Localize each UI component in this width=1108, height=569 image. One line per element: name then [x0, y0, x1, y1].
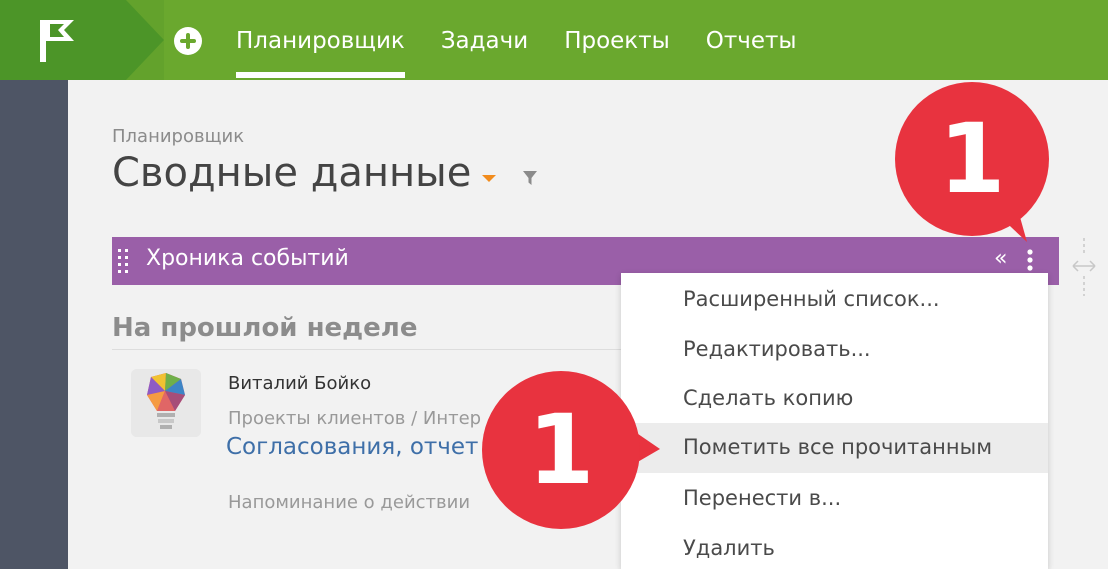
menu-item-move[interactable]: Перенести в... — [621, 481, 1048, 517]
menu-item-copy[interactable]: Сделать копию — [621, 381, 1048, 417]
section-divider — [112, 349, 627, 350]
menu-item-label: Перенести в... — [683, 486, 842, 510]
project-path[interactable]: Проекты клиентов / Интер — [228, 408, 490, 429]
task-link[interactable]: Согласования, отчет — [226, 434, 490, 460]
callout-top: 1 — [895, 82, 1049, 236]
avatar[interactable] — [131, 369, 201, 437]
page-title: Сводные данные — [112, 150, 472, 196]
menu-item-label: Удалить — [683, 536, 775, 560]
vertical-dots-icon[interactable] — [1026, 249, 1034, 271]
main-nav: Планировщик Задачи Проекты Отчеты — [236, 0, 833, 80]
filter-icon[interactable] — [522, 170, 538, 186]
author-name[interactable]: Виталий Бойко — [228, 373, 371, 394]
top-bar: Планировщик Задачи Проекты Отчеты — [0, 0, 1108, 80]
plus-circle-icon[interactable] — [174, 27, 202, 55]
nav-item-planner[interactable]: Планировщик — [236, 0, 405, 80]
nav-item-tasks[interactable]: Задачи — [441, 0, 528, 80]
menu-item-mark-all-read[interactable]: Пометить все прочитанным — [621, 423, 1048, 473]
menu-item-label: Пометить все прочитанным — [683, 435, 993, 459]
sidebar — [0, 80, 68, 569]
logo-arrow — [126, 0, 164, 80]
menu-item-label: Расширенный список... — [683, 287, 940, 311]
menu-item-label: Редактировать... — [683, 337, 871, 361]
drag-handle-icon[interactable] — [117, 248, 131, 274]
nav-item-reports[interactable]: Отчеты — [706, 0, 797, 80]
caret-down-icon[interactable] — [482, 175, 496, 182]
menu-item-edit[interactable]: Редактировать... — [621, 332, 1048, 368]
callout-top-number: 1 — [938, 103, 1006, 215]
menu-item-label: Сделать копию — [683, 386, 854, 410]
section-title: На прошлой неделе — [112, 313, 418, 343]
menu-item-extended-list[interactable]: Расширенный список... — [621, 282, 1048, 318]
callout-menu: 1 — [482, 371, 640, 529]
lightbulb-avatar-icon — [131, 369, 201, 437]
widget-title: Хроника событий — [146, 246, 349, 271]
breadcrumb[interactable]: Планировщик — [112, 126, 244, 147]
logo-box[interactable] — [0, 0, 126, 80]
menu-item-delete[interactable]: Удалить — [621, 531, 1048, 567]
context-menu: Расширенный список... Редактировать... С… — [621, 273, 1048, 569]
resize-horizontal-icon[interactable] — [1072, 238, 1096, 296]
nav-item-projects[interactable]: Проекты — [564, 0, 670, 80]
callout-menu-number: 1 — [527, 394, 595, 506]
flag-logo-icon — [40, 20, 74, 62]
activity-text: Напоминание о действии — [228, 492, 471, 513]
